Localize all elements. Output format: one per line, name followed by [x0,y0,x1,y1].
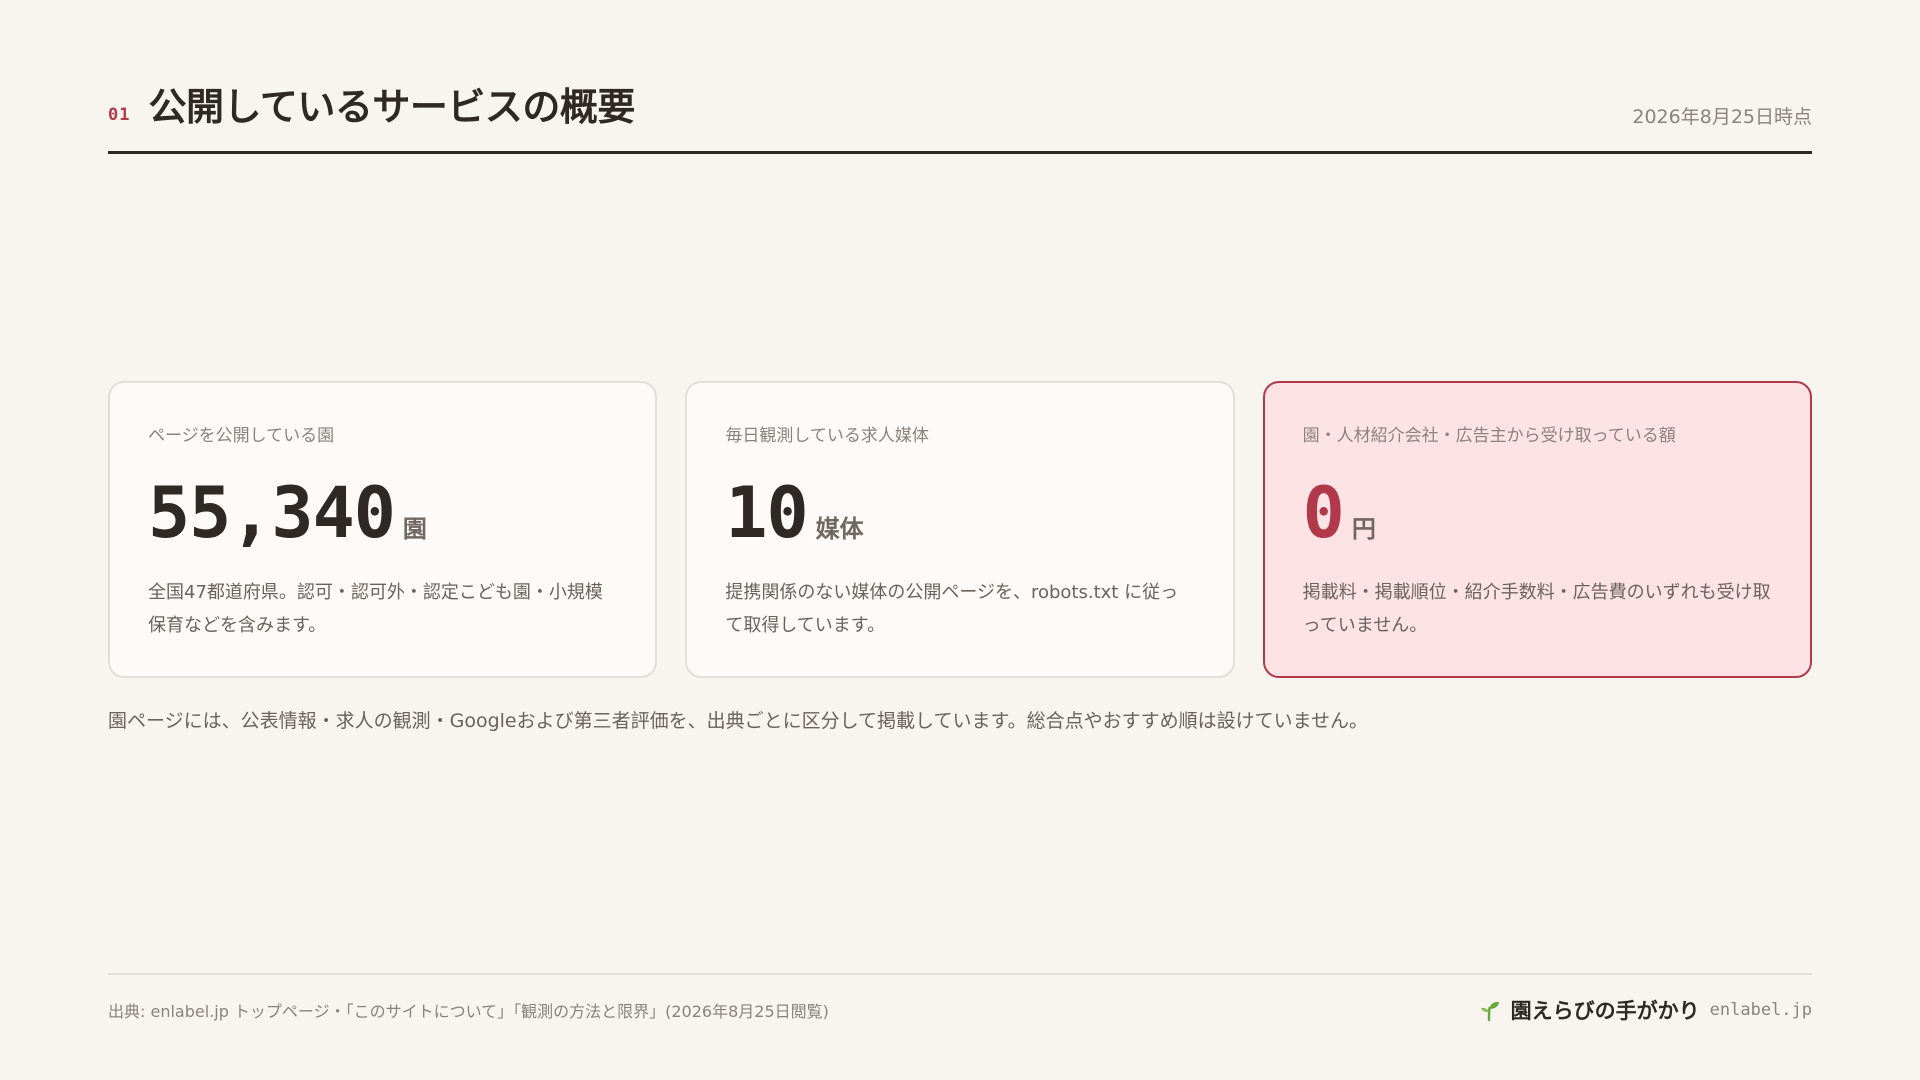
card-value: 0 [1302,472,1345,554]
card-value-row: 10 媒体 [725,478,1194,548]
stat-card-fees: 園・人材紹介会社・広告主から受け取っている額 0 円 掲載料・掲載順位・紹介手数… [1262,381,1812,678]
footnote: 園ページには、公表情報・求人の観測・Googleおよび第三者評価を、出典ごとに区… [108,710,1369,732]
stat-cards: ページを公開している園 55,340 園 全国47都道府県。認可・認可外・認定こ… [108,381,1812,678]
card-description: 掲載料・掲載順位・紹介手数料・広告費のいずれも受け取っていません。 [1302,582,1771,636]
slide-footer: 出典: enlabel.jp トップページ・「このサイトについて」「観測の方法と… [108,973,1812,1043]
slide-header: 01 公開しているサービスの概要 2026年8月25日時点 [108,76,1812,154]
source-citation: 出典: enlabel.jp トップページ・「このサイトについて」「観測の方法と… [108,1002,829,1021]
card-unit: 円 [1351,515,1376,543]
card-label: 園・人材紹介会社・広告主から受け取っている額 [1302,426,1676,446]
card-value: 10 [725,472,808,554]
title-group: 01 公開しているサービスの概要 [108,76,635,131]
brand-name: 園えらびの手がかり [1510,999,1700,1023]
card-value-row: 55,340 園 [148,478,617,548]
card-label: 毎日観測している求人媒体 [725,426,929,446]
brand-domain: enlabel.jp [1709,1000,1812,1020]
brand: 園えらびの手がかり enlabel.jp [1477,995,1812,1025]
page-title: 公開しているサービスの概要 [148,85,635,129]
slide-number: 01 [108,105,131,125]
stat-card-media: 毎日観測している求人媒体 10 媒体 提携関係のない媒体の公開ページを、robo… [685,381,1235,678]
card-unit: 園 [402,515,427,543]
as-of-date: 2026年8月25日時点 [1632,106,1812,128]
stat-card-nurseries: ページを公開している園 55,340 園 全国47都道府県。認可・認可外・認定こ… [108,381,658,678]
card-value: 55,340 [148,472,396,554]
card-description: 提携関係のない媒体の公開ページを、robots.txt に従って取得しています。 [725,582,1179,636]
card-label: ページを公開している園 [148,426,335,446]
sprout-icon [1480,1001,1499,1022]
slide: 01 公開しているサービスの概要 2026年8月25日時点 ページを公開している… [0,0,1920,1080]
card-value-row: 0 円 [1303,478,1772,548]
card-unit: 媒体 [815,515,864,543]
card-description: 全国47都道府県。認可・認可外・認定こども園・小規模保育などを含みます。 [148,582,603,636]
